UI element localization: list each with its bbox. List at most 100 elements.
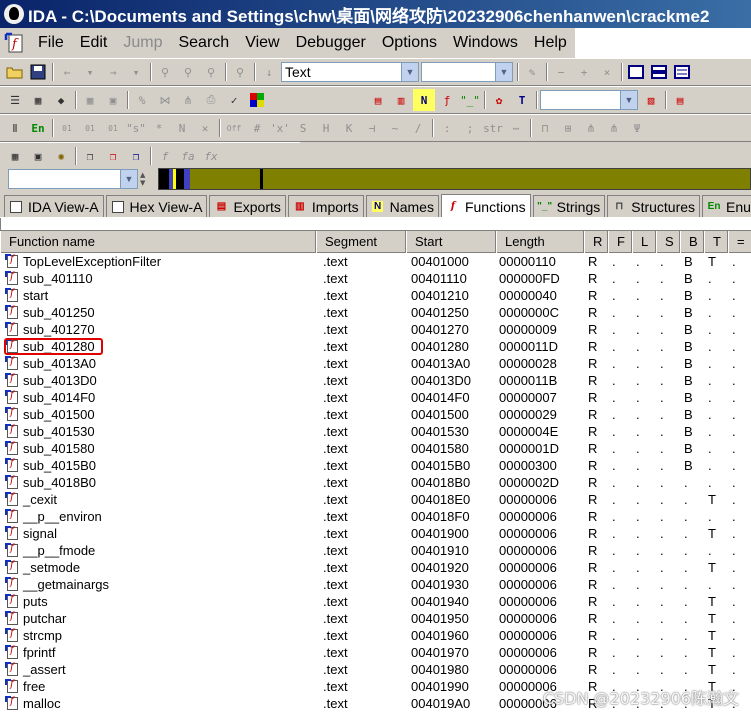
- jump-down-icon[interactable]: ↓: [258, 61, 280, 83]
- table-row[interactable]: f sub_401580 .text 00401580 0000001D R... B..: [0, 440, 751, 457]
- column-header[interactable]: T: [704, 231, 728, 253]
- function-name-cell[interactable]: f TopLevelExceptionFilter: [0, 254, 316, 269]
- english-en-icon[interactable]: En: [27, 117, 49, 139]
- window-tile-icon[interactable]: [648, 61, 670, 83]
- tab-names[interactable]: N Names: [365, 195, 439, 217]
- binoculars-binary-search-icon[interactable]: ⚲: [200, 61, 222, 83]
- table-row[interactable]: f _setmode .text 00401920 00000006 R.... T.: [0, 559, 751, 576]
- column-header[interactable]: =: [728, 231, 751, 253]
- secondary-combo[interactable]: ▼: [421, 62, 513, 82]
- function-name-cell[interactable]: f __p__environ: [0, 509, 316, 524]
- table-row[interactable]: f _cexit .text 004018E0 00000006 R.... T.: [0, 491, 751, 508]
- function-name-cell[interactable]: f sub_401250: [0, 305, 316, 320]
- tab-imports[interactable]: ▥ Imports: [287, 195, 364, 217]
- window-list-icon[interactable]: [671, 61, 693, 83]
- function-f-icon[interactable]: f: [154, 145, 176, 167]
- tilde-icon[interactable]: ~: [384, 117, 406, 139]
- function-name-cell[interactable]: f _setmode: [0, 560, 316, 575]
- table-row[interactable]: f sub_401500 .text 00401500 00000029 R... B..: [0, 406, 751, 423]
- char-x-icon[interactable]: 'x': [269, 117, 291, 139]
- forward-dropdown-icon[interactable]: ▾: [125, 61, 147, 83]
- segment-s-icon[interactable]: S: [292, 117, 314, 139]
- forward-arrow-icon[interactable]: →: [102, 61, 124, 83]
- function-end-icon[interactable]: fx: [200, 145, 222, 167]
- semicolon-icon[interactable]: ;: [459, 117, 481, 139]
- window-cascade-icon[interactable]: [625, 61, 647, 83]
- table-row[interactable]: f signal .text 00401900 00000006 R.... T.: [0, 525, 751, 542]
- menu-file[interactable]: File: [30, 31, 72, 55]
- binoculars-next-icon[interactable]: ⚲: [177, 61, 199, 83]
- menu-jump[interactable]: Jump: [115, 31, 170, 55]
- function-name-cell[interactable]: f _cexit: [0, 492, 316, 507]
- function-name-cell[interactable]: f signal: [0, 526, 316, 541]
- grid-icon[interactable]: ▦: [79, 89, 101, 111]
- open-folder-icon[interactable]: [4, 61, 26, 83]
- xrefs-graph-icon[interactable]: ▥: [390, 89, 412, 111]
- strings-icon[interactable]: "_": [459, 89, 481, 111]
- tab-functions[interactable]: f Functions: [440, 194, 531, 217]
- data-binary-icon[interactable]: 01: [79, 117, 101, 139]
- wrench-icon[interactable]: ✓: [223, 89, 245, 111]
- tab-exports[interactable]: ▤ Exports: [209, 195, 286, 217]
- table-row[interactable]: f __p__environ .text 004018F0 00000006 R.....…: [0, 508, 751, 525]
- column-header[interactable]: F: [608, 231, 632, 253]
- menu-view[interactable]: View: [237, 31, 287, 55]
- debug-figure-icon[interactable]: Ⅱ: [4, 117, 26, 139]
- binoculars-immediate-icon[interactable]: ⚲: [229, 61, 251, 83]
- slash-icon[interactable]: ∕: [407, 117, 429, 139]
- table-row[interactable]: f TopLevelExceptionFilter .text 00401000 000…: [0, 253, 751, 270]
- back-dropdown-icon[interactable]: ▾: [79, 61, 101, 83]
- table-row[interactable]: f sub_401110 .text 00401110 000000FD R... B..: [0, 270, 751, 287]
- tab-structures[interactable]: ⊓ Structures: [607, 195, 701, 217]
- chevron-down-icon[interactable]: ▼: [120, 170, 137, 188]
- struct-icon[interactable]: ⊓: [534, 117, 556, 139]
- minus-arrow-icon[interactable]: ⊣: [361, 117, 383, 139]
- list-red-icon[interactable]: ▤: [669, 89, 691, 111]
- function-name-cell[interactable]: f sub_4015B0: [0, 458, 316, 473]
- code-binary-icon[interactable]: 01: [56, 117, 78, 139]
- string-icon[interactable]: str: [482, 117, 504, 139]
- column-header[interactable]: B: [680, 231, 704, 253]
- table-row[interactable]: f puts .text 00401940 00000006 R.... T.: [0, 593, 751, 610]
- tree3-icon[interactable]: Ψ: [626, 117, 648, 139]
- xrefs-red-icon[interactable]: ▤: [367, 89, 389, 111]
- tab-hex-view-a[interactable]: Hex View-A: [105, 195, 208, 217]
- close-x-icon[interactable]: ×: [596, 61, 618, 83]
- minus-icon[interactable]: −: [550, 61, 572, 83]
- plus-icon[interactable]: +: [573, 61, 595, 83]
- tree-icon[interactable]: ⋔: [177, 89, 199, 111]
- name-n-icon[interactable]: N: [171, 117, 193, 139]
- segment-type-combo[interactable]: Text ▼: [281, 62, 419, 82]
- menu-debugger[interactable]: Debugger: [288, 31, 374, 55]
- printer-icon[interactable]: ⎙: [200, 89, 222, 111]
- column-header[interactable]: S: [656, 231, 680, 253]
- table-row[interactable]: f start .text 00401210 00000040 R... B..: [0, 287, 751, 304]
- menu-edit[interactable]: Edit: [72, 31, 116, 55]
- column-header[interactable]: Function name: [0, 231, 316, 253]
- graph-icon[interactable]: ⋈: [154, 89, 176, 111]
- table-row[interactable]: f putchar .text 00401950 00000006 R.... T.: [0, 610, 751, 627]
- menu-windows[interactable]: Windows: [445, 31, 526, 55]
- string-s-icon[interactable]: "s": [125, 117, 147, 139]
- menu-search[interactable]: Search: [170, 31, 237, 55]
- column-header[interactable]: Length: [496, 231, 584, 253]
- gear-icon[interactable]: ✺: [50, 145, 72, 167]
- nav-scroll-arrows[interactable]: ▲ ▼: [140, 168, 150, 190]
- tab-ida-view-a[interactable]: IDA View-A: [4, 195, 104, 217]
- table-row[interactable]: f _assert .text 00401980 00000006 R.... T.: [0, 661, 751, 678]
- column-header[interactable]: R: [584, 231, 608, 253]
- table-row[interactable]: f sub_401530 .text 00401530 0000004E R... B..: [0, 423, 751, 440]
- image-icon[interactable]: ▣: [102, 89, 124, 111]
- function-name-cell[interactable]: f sub_4013D0: [0, 373, 316, 388]
- k-icon[interactable]: K: [338, 117, 360, 139]
- hex-dump-icon[interactable]: ▦: [27, 89, 49, 111]
- delete-x-icon[interactable]: ✕: [194, 117, 216, 139]
- chevron-down-icon[interactable]: ▼: [401, 63, 418, 81]
- function-name-cell[interactable]: f sub_401270: [0, 322, 316, 337]
- windows-red-icon[interactable]: ❐: [102, 145, 124, 167]
- table-row[interactable]: f sub_4014F0 .text 004014F0 00000007 R... B..: [0, 389, 751, 406]
- function-name-cell[interactable]: f sub_401280: [0, 339, 316, 354]
- undefine-icon[interactable]: 01: [102, 117, 124, 139]
- chevron-down-icon[interactable]: ▼: [495, 63, 512, 81]
- table-row[interactable]: f strcmp .text 00401960 00000006 R.... T.: [0, 627, 751, 644]
